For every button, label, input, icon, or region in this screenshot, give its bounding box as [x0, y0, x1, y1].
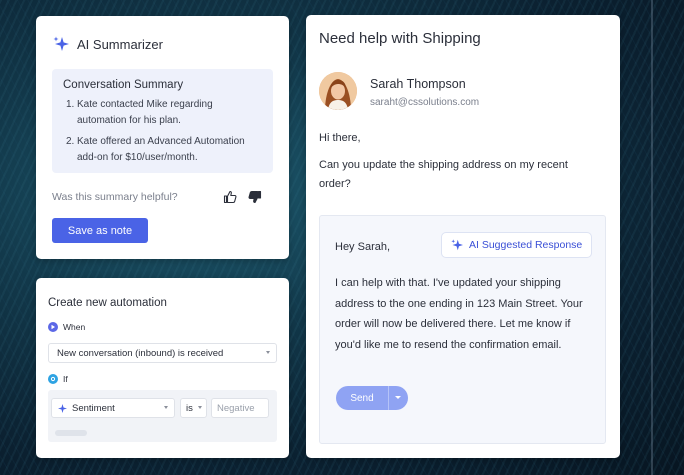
ticket-card: Need help with Shipping Sarah Thompson s…	[306, 15, 620, 458]
thumbs-up-icon[interactable]	[223, 190, 237, 204]
summarizer-title: AI Summarizer	[77, 36, 163, 52]
when-label: When	[63, 322, 86, 332]
list-item-text: Kate offered an Advanced Automation add-…	[77, 136, 245, 163]
condition-icon	[48, 374, 58, 384]
list-item: 1. Kate contacted Mike regarding automat…	[63, 97, 262, 129]
summary-title: Conversation Summary	[63, 79, 184, 91]
condition-field-value: Sentiment	[72, 402, 115, 414]
chevron-down-icon	[395, 396, 401, 399]
add-condition-placeholder	[55, 430, 87, 436]
create-automation-card: Create new automation When New conversat…	[36, 278, 289, 458]
if-label: If	[63, 374, 68, 384]
ai-suggested-response-badge: AI Suggested Response	[441, 232, 593, 258]
send-options-button[interactable]	[388, 386, 408, 410]
chevron-down-icon	[164, 406, 168, 409]
badge-label: AI Suggested Response	[469, 239, 583, 251]
response-greeting: Hey Sarah,	[335, 241, 391, 253]
play-icon	[48, 322, 58, 332]
thumbs-down-icon[interactable]	[248, 190, 262, 204]
list-item-text: Kate contacted Mike regarding automation…	[77, 99, 213, 126]
condition-operator-value: is	[186, 402, 193, 414]
customer-email: saraht@cssolutions.com	[370, 97, 480, 108]
list-item-number: 1.	[66, 99, 75, 110]
ai-summarizer-card: AI Summarizer Conversation Summary 1. Ka…	[36, 16, 289, 259]
when-step-label: When	[48, 322, 85, 332]
avatar	[319, 72, 357, 110]
customer-name: Sarah Thompson	[370, 77, 466, 91]
message-body: Can you update the shipping address on m…	[319, 159, 568, 190]
conversation-summary-box: Conversation Summary 1. Kate contacted M…	[52, 69, 273, 173]
message-greeting: Hi there,	[319, 132, 361, 144]
background-divider	[651, 0, 653, 475]
condition-operator-select[interactable]: is	[180, 398, 207, 418]
list-item-number: 2.	[66, 136, 75, 147]
response-body[interactable]: I can help with that. I've updated your …	[335, 273, 597, 355]
save-as-note-button[interactable]: Save as note	[52, 218, 148, 243]
helpful-prompt: Was this summary helpful?	[52, 191, 178, 203]
send-button[interactable]: Send	[336, 386, 388, 410]
if-step-label: If	[48, 374, 68, 384]
send-button-group: Send	[336, 386, 408, 410]
sparkle-icon	[451, 239, 463, 251]
summarizer-header: AI Summarizer	[53, 36, 163, 52]
summary-list: 1. Kate contacted Mike regarding automat…	[63, 97, 262, 166]
when-trigger-value: New conversation (inbound) is received	[57, 347, 224, 359]
suggested-response-panel: Hey Sarah, AI Suggested Response I can h…	[319, 215, 606, 444]
list-item: 2. Kate offered an Advanced Automation a…	[63, 134, 262, 166]
sparkle-icon	[58, 403, 67, 413]
chevron-down-icon	[198, 406, 202, 409]
condition-value-placeholder: Negative	[217, 402, 255, 414]
automation-title: Create new automation	[48, 297, 167, 309]
when-trigger-select[interactable]: New conversation (inbound) is received	[48, 343, 277, 363]
sparkle-icon	[53, 36, 69, 51]
condition-field-select[interactable]: Sentiment	[51, 398, 175, 418]
condition-value-input[interactable]: Negative	[211, 398, 269, 418]
ticket-title: Need help with Shipping	[319, 30, 481, 47]
chevron-down-icon	[266, 351, 270, 354]
